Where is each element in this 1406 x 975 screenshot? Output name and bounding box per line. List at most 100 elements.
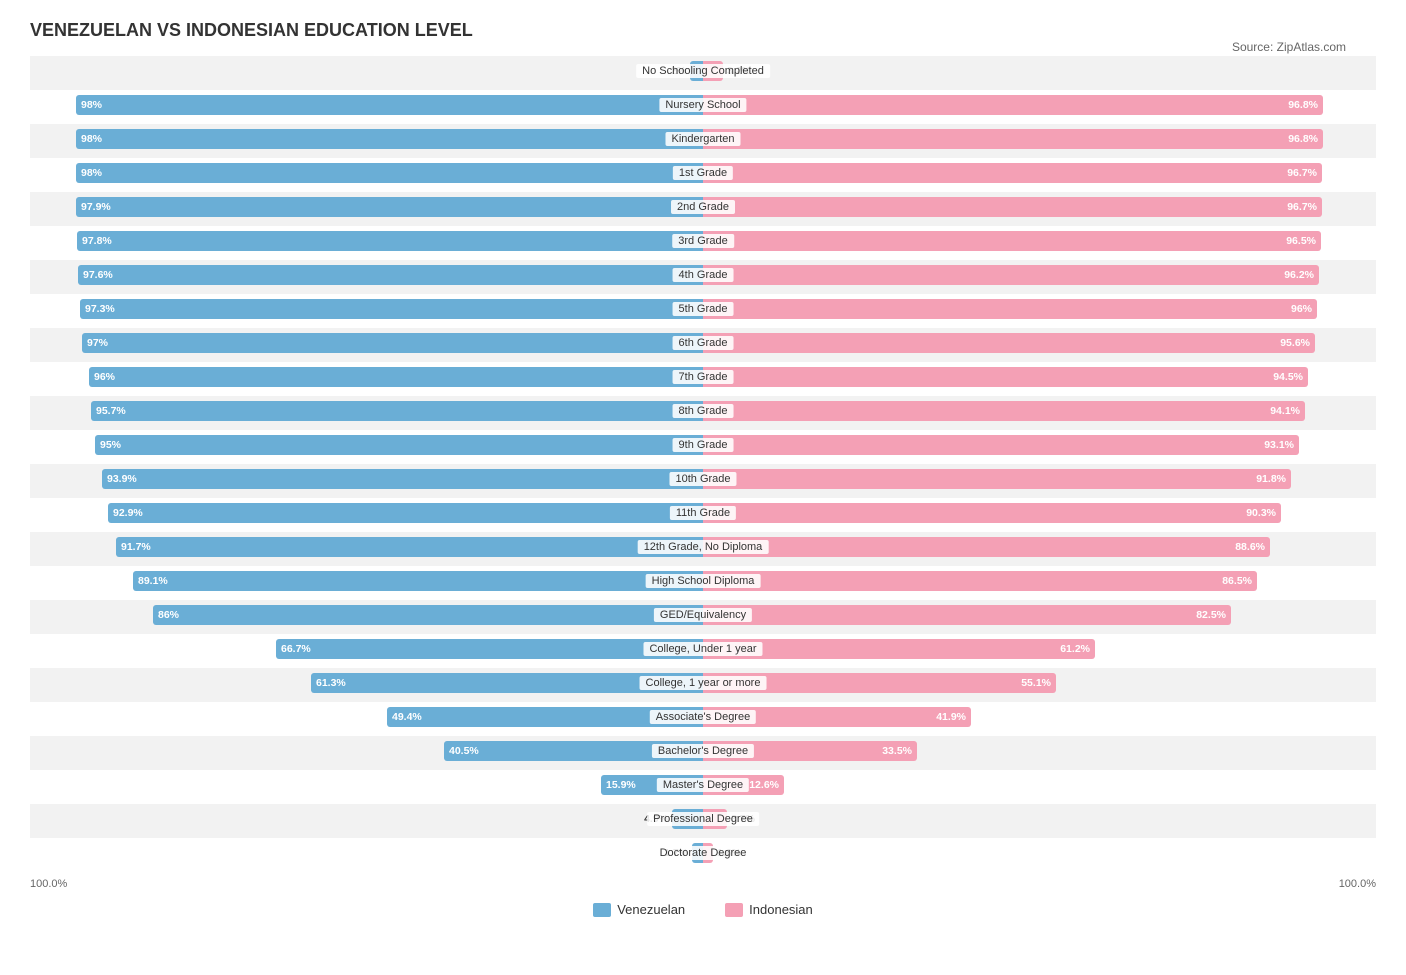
bar-right: 91.8%	[703, 469, 1291, 489]
bar-left-val: 97.6%	[78, 269, 113, 281]
bar-left-val: 86%	[153, 609, 179, 621]
bar-left-val: 89.1%	[133, 575, 168, 587]
bar-center-label: GED/Equivalency	[654, 608, 752, 622]
bar-left: 95.7%	[91, 401, 703, 421]
bar-left-val: 97%	[82, 337, 108, 349]
bar-left: 92.9%	[108, 503, 703, 523]
chart-row: 4.9% Professional Degree 3.7%	[30, 804, 1376, 838]
chart-row: 1.7% Doctorate Degree 1.6%	[30, 838, 1376, 872]
bar-left-val: 98%	[76, 133, 102, 145]
chart-row: 61.3% College, 1 year or more 55.1%	[30, 668, 1376, 702]
legend-venezuelan: Venezuelan	[593, 902, 685, 917]
chart-row: 95.7% 8th Grade 94.1%	[30, 396, 1376, 430]
bar-center-label: 2nd Grade	[671, 200, 735, 214]
bar-right-val: 94.5%	[1273, 371, 1308, 383]
bar-right-val: 95.6%	[1280, 337, 1315, 349]
bar-left: 97.3%	[80, 299, 703, 319]
bar-left: 98%	[76, 95, 703, 115]
bar-center-label: Master's Degree	[657, 778, 749, 792]
bar-right: 94.5%	[703, 367, 1308, 387]
bar-left-val: 61.3%	[311, 677, 346, 689]
bar-center-label: Doctorate Degree	[654, 846, 753, 860]
chart-row: 97.3% 5th Grade 96%	[30, 294, 1376, 328]
legend-venezuelan-label: Venezuelan	[617, 902, 685, 917]
chart-row: 96% 7th Grade 94.5%	[30, 362, 1376, 396]
chart-row: 49.4% Associate's Degree 41.9%	[30, 702, 1376, 736]
bar-right-val: 90.3%	[1246, 507, 1281, 519]
bar-right-val: 91.8%	[1256, 473, 1291, 485]
chart-row: 89.1% High School Diploma 86.5%	[30, 566, 1376, 600]
chart-title: VENEZUELAN VS INDONESIAN EDUCATION LEVEL	[30, 20, 1376, 41]
chart-container: 2% No Schooling Completed 3.2%	[30, 56, 1376, 917]
chart-row: 2% No Schooling Completed 3.2%	[30, 56, 1376, 90]
bar-right: 82.5%	[703, 605, 1231, 625]
source-label: Source: ZipAtlas.com	[1232, 40, 1346, 54]
bar-right-val: 96.7%	[1287, 167, 1322, 179]
bar-left: 97%	[82, 333, 703, 353]
bar-left: 98%	[76, 163, 703, 183]
bar-left-val: 98%	[76, 167, 102, 179]
chart-row: 40.5% Bachelor's Degree 33.5%	[30, 736, 1376, 770]
bar-right-val: 96.8%	[1288, 133, 1323, 145]
bar-right-val: 61.2%	[1060, 643, 1095, 655]
bar-right: 86.5%	[703, 571, 1257, 591]
bar-center-label: 9th Grade	[673, 438, 734, 452]
legend-indonesian-label: Indonesian	[749, 902, 813, 917]
chart-row: 86% GED/Equivalency 82.5%	[30, 600, 1376, 634]
bar-right: 96.5%	[703, 231, 1321, 251]
bar-center-label: Associate's Degree	[650, 710, 756, 724]
bar-left-val: 92.9%	[108, 507, 143, 519]
bar-center-label: 11th Grade	[670, 506, 736, 520]
bar-right-val: 12.6%	[749, 779, 784, 791]
bar-center-label: 3rd Grade	[672, 234, 734, 248]
legend-indonesian: Indonesian	[725, 902, 813, 917]
bar-left-val: 97.8%	[77, 235, 112, 247]
bar-center-label: Bachelor's Degree	[652, 744, 754, 758]
axis-left: 100.0%	[30, 878, 67, 890]
bar-left: 97.6%	[78, 265, 703, 285]
bar-center-label: 4th Grade	[673, 268, 734, 282]
bar-right: 96.7%	[703, 163, 1322, 183]
bar-left: 95%	[95, 435, 703, 455]
bar-right-val: 33.5%	[882, 745, 917, 757]
bar-left-val: 91.7%	[116, 541, 151, 553]
bar-right-val: 96%	[1291, 303, 1317, 315]
chart-row: 98% 1st Grade 96.7%	[30, 158, 1376, 192]
bar-right-val: 93.1%	[1264, 439, 1299, 451]
bar-right: 93.1%	[703, 435, 1299, 455]
bar-center-label: 12th Grade, No Diploma	[638, 540, 769, 554]
bar-center-label: 8th Grade	[673, 404, 734, 418]
bar-center-label: High School Diploma	[646, 574, 761, 588]
bar-right: 90.3%	[703, 503, 1281, 523]
bar-left: 97.9%	[76, 197, 703, 217]
legend-indonesian-box	[725, 903, 743, 917]
chart-row: 98% Kindergarten 96.8%	[30, 124, 1376, 158]
bar-right: 96.8%	[703, 95, 1323, 115]
chart-row: 93.9% 10th Grade 91.8%	[30, 464, 1376, 498]
bar-left-val: 49.4%	[387, 711, 422, 723]
bar-left-val: 66.7%	[276, 643, 311, 655]
bar-center-label: Professional Degree	[647, 812, 759, 826]
bar-right-val: 55.1%	[1021, 677, 1056, 689]
bar-right: 96.7%	[703, 197, 1322, 217]
bar-right: 96%	[703, 299, 1317, 319]
bar-left: 91.7%	[116, 537, 703, 557]
bar-center-label: 10th Grade	[669, 472, 736, 486]
axis-right: 100.0%	[1339, 878, 1376, 890]
bar-center-label: 7th Grade	[673, 370, 734, 384]
bar-right-val: 86.5%	[1222, 575, 1257, 587]
bar-left: 66.7%	[276, 639, 703, 659]
bar-left-val: 97.9%	[76, 201, 111, 213]
bar-right: 94.1%	[703, 401, 1305, 421]
bar-center-label: Kindergarten	[666, 132, 741, 146]
bar-center-label: College, Under 1 year	[643, 642, 762, 656]
bar-right: 88.6%	[703, 537, 1270, 557]
chart-row: 97.9% 2nd Grade 96.7%	[30, 192, 1376, 226]
bar-left: 96%	[89, 367, 703, 387]
bar-right-val: 94.1%	[1270, 405, 1305, 417]
bar-right-val: 96.2%	[1284, 269, 1319, 281]
bar-left-val: 95%	[95, 439, 121, 451]
bar-left-val: 96%	[89, 371, 115, 383]
bar-center-label: 1st Grade	[673, 166, 733, 180]
bar-right-val: 96.8%	[1288, 99, 1323, 111]
